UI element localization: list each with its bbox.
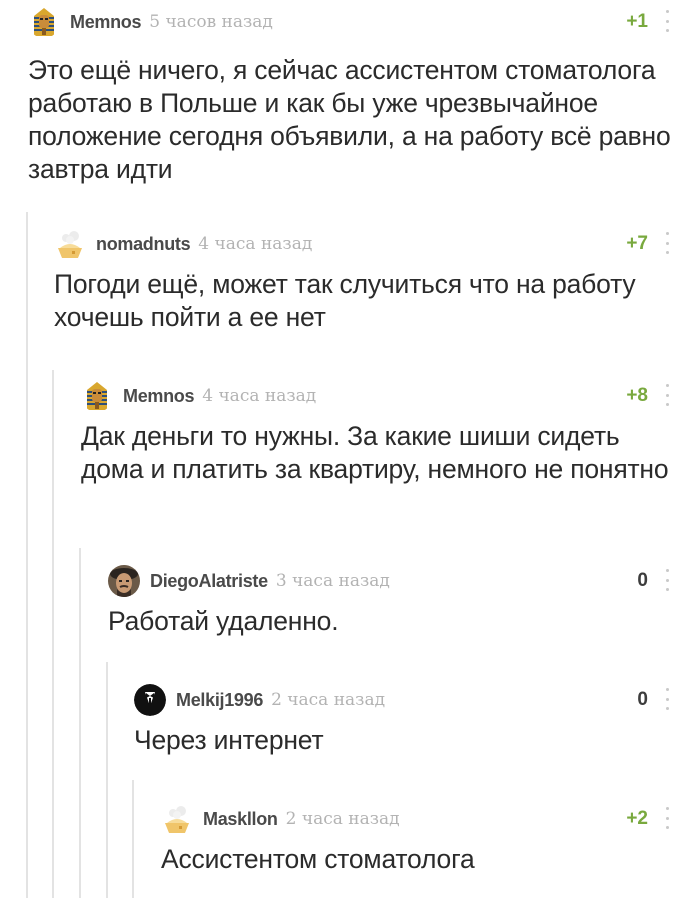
more-options-icon[interactable] <box>662 10 672 32</box>
comment-rating: 0 <box>637 570 648 591</box>
comment-timestamp: 5 часов назад <box>149 12 273 32</box>
default-avatar[interactable] <box>161 803 193 835</box>
thread-line-level-3 <box>79 548 81 898</box>
tuxedo-avatar[interactable] <box>134 684 166 716</box>
more-options-icon[interactable] <box>662 807 672 829</box>
username-link[interactable]: Memnos <box>123 386 195 407</box>
more-options-icon[interactable] <box>662 384 672 406</box>
pharaoh-avatar[interactable] <box>28 6 60 38</box>
comment-timestamp: 2 часа назад <box>271 690 386 710</box>
default-avatar[interactable] <box>54 228 86 260</box>
thread-line-level-5 <box>132 780 134 898</box>
comment-header: Melkij1996 2 часа назад 0 <box>134 682 672 718</box>
comment-header: Memnos 4 часа назад +8 <box>81 378 672 414</box>
comment-rating: +7 <box>626 233 648 254</box>
comment: Memnos 5 часов назад +1 Это ещё ничего, … <box>28 4 672 186</box>
thread-line-level-4 <box>106 662 108 898</box>
comment-text: Погоди ещё, может так случиться что на р… <box>54 269 636 332</box>
comment: DiegoAlatriste 3 часа назад 0 Работай уд… <box>108 563 672 638</box>
comment: nomadnuts 4 часа назад +7 Погоди ещё, мо… <box>54 226 672 334</box>
comment-rating: +1 <box>626 11 648 32</box>
comment-rating: 0 <box>637 689 648 710</box>
comment-header: DiegoAlatriste 3 часа назад 0 <box>108 563 672 599</box>
comment-rating: +2 <box>626 808 648 829</box>
username-link[interactable]: Maskllon <box>203 809 278 830</box>
comment-rating: +8 <box>626 385 648 406</box>
comment-timestamp: 4 часа назад <box>198 234 313 254</box>
portrait-avatar[interactable] <box>108 565 140 597</box>
comment: Maskllon 2 часа назад +2 Ассистентом сто… <box>161 801 672 876</box>
pharaoh-avatar[interactable] <box>81 380 113 412</box>
comment-header: Maskllon 2 часа назад +2 <box>161 801 672 837</box>
thread-line-level-1 <box>26 212 28 898</box>
thread-line-level-2 <box>52 370 54 898</box>
more-options-icon[interactable] <box>662 569 672 591</box>
comment-text: Работай удаленно. <box>108 606 339 636</box>
comment-header: nomadnuts 4 часа назад +7 <box>54 226 672 262</box>
comment-text: Ассистентом стоматолога <box>161 844 475 874</box>
username-link[interactable]: nomadnuts <box>96 234 191 255</box>
username-link[interactable]: Memnos <box>70 12 142 33</box>
comment: Memnos 4 часа назад +8 Дак деньги то нуж… <box>81 378 672 486</box>
comment-text: Дак деньги то нужны. За какие шиши сидет… <box>81 421 669 484</box>
comment-timestamp: 3 часа назад <box>275 571 390 591</box>
more-options-icon[interactable] <box>662 232 672 254</box>
username-link[interactable]: DiegoAlatriste <box>150 571 268 592</box>
comment: Melkij1996 2 часа назад 0 Через интернет <box>134 682 672 757</box>
comment-text: Это ещё ничего, я сейчас ассистентом сто… <box>28 55 671 184</box>
comment-text: Через интернет <box>134 725 324 755</box>
comment-header: Memnos 5 часов назад +1 <box>28 4 672 40</box>
comment-timestamp: 2 часа назад <box>285 809 400 829</box>
username-link[interactable]: Melkij1996 <box>176 690 263 711</box>
comment-timestamp: 4 часа назад <box>202 386 317 406</box>
more-options-icon[interactable] <box>662 688 672 710</box>
